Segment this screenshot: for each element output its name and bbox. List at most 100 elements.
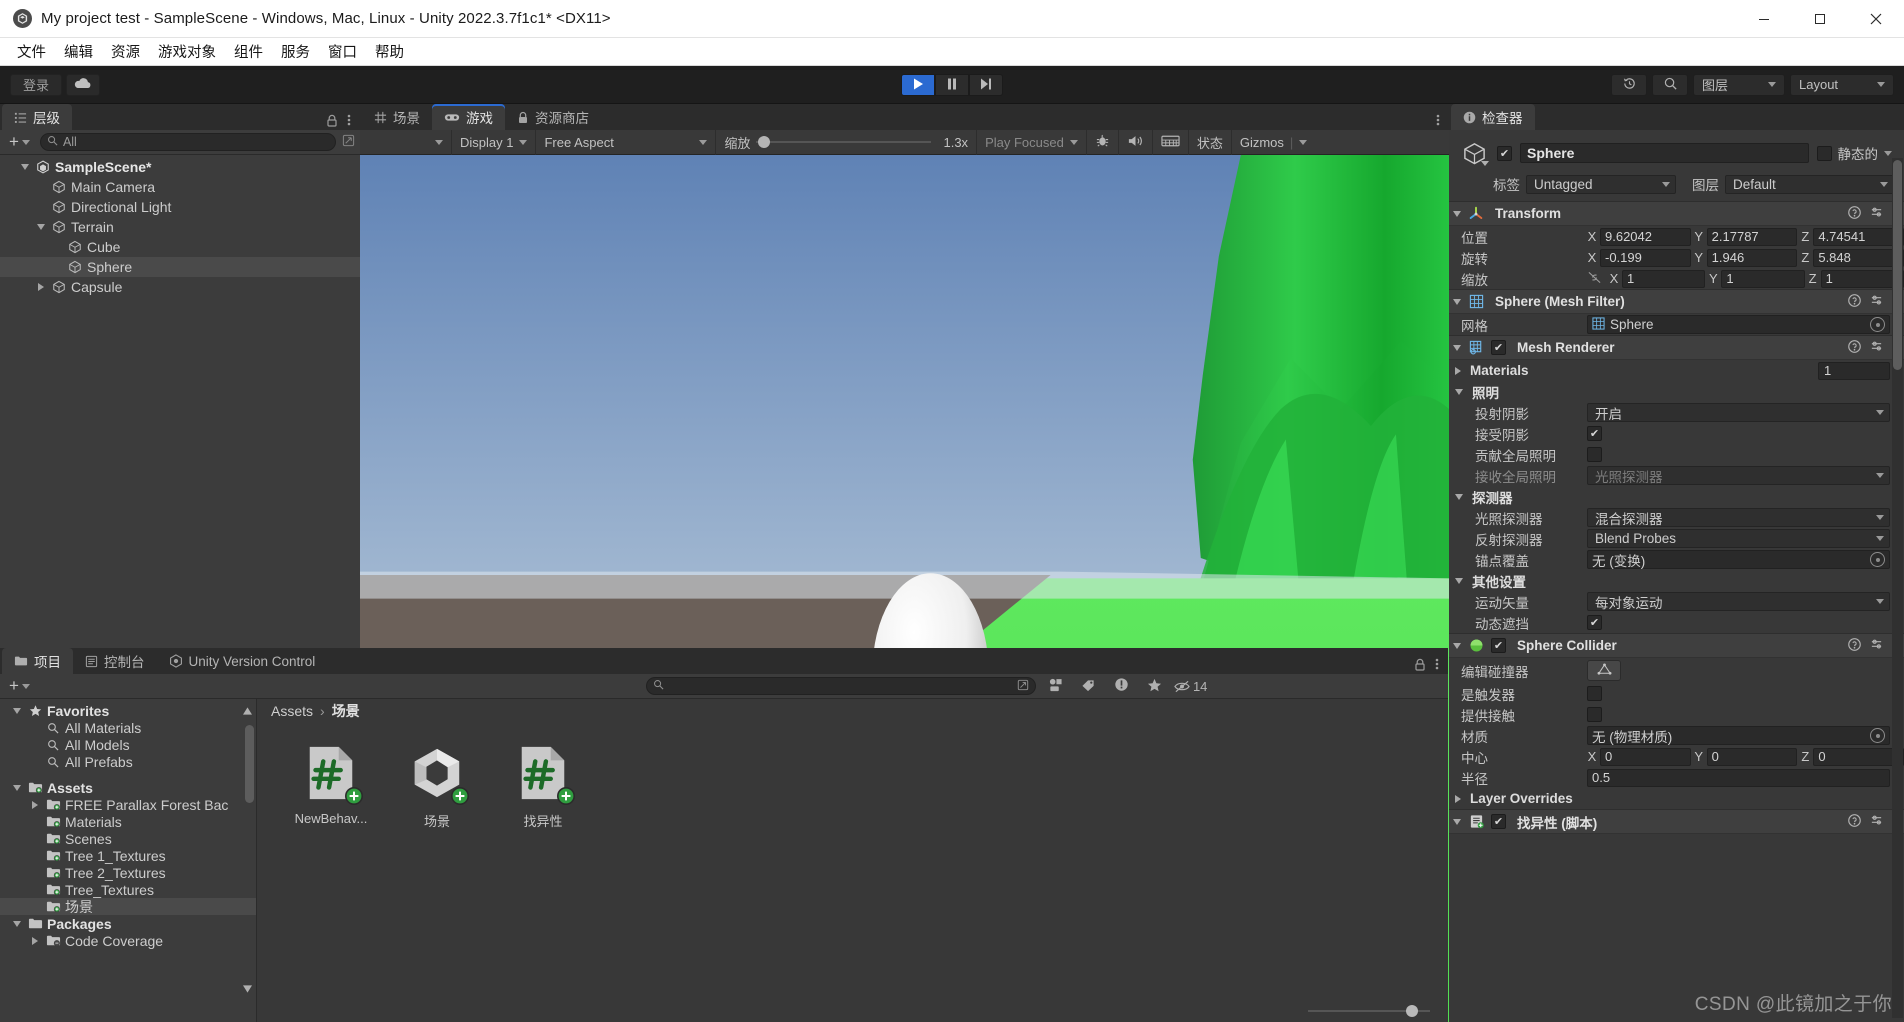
project-tree-item[interactable]: All Materials xyxy=(0,719,256,736)
component-enabled-checkbox[interactable]: ✔ xyxy=(1491,814,1506,829)
menu-assets[interactable]: 资源 xyxy=(102,38,149,65)
help-icon[interactable] xyxy=(1848,637,1861,654)
lock-icon[interactable] xyxy=(326,114,338,130)
property-checkbox[interactable]: ✔ xyxy=(1587,426,1602,441)
chevron-right-icon[interactable] xyxy=(28,800,41,809)
chevron-right-icon[interactable] xyxy=(28,936,41,945)
光照探测器-dropdown[interactable]: 混合探测器 xyxy=(1587,508,1890,527)
asset-item[interactable]: NewBehav... xyxy=(283,741,379,830)
object-picker-icon[interactable] xyxy=(1870,552,1885,567)
project-tree-scrollbar[interactable] xyxy=(245,703,254,1000)
chevron-down-icon[interactable] xyxy=(1455,577,1463,584)
preset-icon[interactable] xyxy=(1870,340,1883,356)
object-field[interactable]: Sphere xyxy=(1587,315,1890,334)
preset-icon[interactable] xyxy=(1870,294,1883,310)
inspector-scrollbar[interactable] xyxy=(1892,158,1903,1018)
component-header-spheremeshfilter[interactable]: Sphere (Mesh Filter) xyxy=(1449,289,1904,314)
component-header-[interactable]: ✔ 找异性 (脚本) xyxy=(1449,809,1904,834)
undo-history-button[interactable] xyxy=(1611,73,1647,96)
project-tree-item[interactable]: Tree_Textures xyxy=(0,881,256,898)
property-checkbox[interactable] xyxy=(1587,707,1602,722)
property-checkbox[interactable] xyxy=(1587,447,1602,462)
playmode-dropdown[interactable]: Play Focused xyxy=(977,129,1087,155)
chevron-down-icon[interactable] xyxy=(18,164,31,170)
help-icon[interactable] xyxy=(1848,205,1861,222)
stats-toggle[interactable]: 状态 xyxy=(1189,129,1232,155)
edit-collider-button[interactable] xyxy=(1587,660,1621,681)
tab-hierarchy[interactable]: 层级 xyxy=(2,104,72,130)
layer-dropdown[interactable]: Default xyxy=(1725,174,1894,194)
hierarchy-item-cube[interactable]: Cube xyxy=(0,237,360,257)
chevron-down-icon[interactable] xyxy=(1455,493,1463,500)
asset-zoom-track[interactable] xyxy=(1308,1005,1430,1017)
menu-gameobject[interactable]: 游戏对象 xyxy=(149,38,225,65)
chevron-right-icon[interactable] xyxy=(1455,794,1461,803)
object-enabled-checkbox[interactable]: ✔ xyxy=(1497,145,1512,161)
component-header-transform[interactable]: Transform xyxy=(1449,201,1904,226)
object-name-input[interactable]: Sphere xyxy=(1520,143,1809,163)
hierarchy-item-maincamera[interactable]: Main Camera xyxy=(0,177,360,197)
project-tree-item[interactable]: All Models xyxy=(0,736,256,753)
asset-zoom-slider[interactable] xyxy=(257,1000,1448,1022)
tab-scene[interactable]: 场景 xyxy=(362,104,432,130)
hierarchy-item-directionallight[interactable]: Directional Light xyxy=(0,197,360,217)
project-tree-item[interactable]: Tree 1_Textures xyxy=(0,847,256,864)
layout-dropdown[interactable]: Layout xyxy=(1790,73,1894,96)
vector3-field[interactable]: X1Y1Z1 xyxy=(1587,269,1904,288)
z-input[interactable]: 0 xyxy=(1813,747,1904,766)
layers-dropdown[interactable]: 图层 xyxy=(1693,73,1785,96)
search-button[interactable] xyxy=(1652,73,1688,96)
link-broken-icon[interactable] xyxy=(1587,271,1602,287)
hierarchy-add-button[interactable]: + xyxy=(5,133,34,150)
property-checkbox[interactable] xyxy=(1587,686,1602,701)
property-checkbox[interactable]: ✔ xyxy=(1587,615,1602,630)
tab-console[interactable]: 控制台 xyxy=(73,648,157,674)
chevron-right-icon[interactable] xyxy=(34,283,47,291)
chevron-down-icon[interactable] xyxy=(1453,298,1461,305)
接收全局照明-dropdown[interactable]: 光照探测器 xyxy=(1587,466,1890,485)
component-header-meshrenderer[interactable]: ✔ Mesh Renderer xyxy=(1449,335,1904,360)
hierarchy-search-save-icon[interactable] xyxy=(342,134,355,150)
z-input[interactable]: 5.848 xyxy=(1813,248,1904,267)
gameview-extra-dropdown[interactable] xyxy=(360,129,452,155)
menu-file[interactable]: 文件 xyxy=(8,38,55,65)
scale-slider-group[interactable]: 缩放 1.3x xyxy=(716,129,978,155)
chevron-down-icon[interactable] xyxy=(1453,344,1461,351)
preset-icon[interactable] xyxy=(1870,206,1883,222)
component-enabled-checkbox[interactable]: ✔ xyxy=(1491,340,1506,355)
preset-icon[interactable] xyxy=(1870,638,1883,654)
pause-button[interactable] xyxy=(935,73,969,96)
materials-size-input[interactable]: 1 xyxy=(1818,361,1890,380)
hidden-assets-badge[interactable]: 14 xyxy=(1174,679,1215,694)
hierarchy-menu-icon[interactable] xyxy=(347,113,351,130)
menu-component[interactable]: 组件 xyxy=(225,38,272,65)
chevron-down-icon[interactable] xyxy=(1453,818,1461,825)
project-tree-item[interactable]: 场景 xyxy=(0,898,256,915)
chevron-down-icon[interactable] xyxy=(10,920,23,927)
gizmos-dropdown[interactable]: Gizmos | xyxy=(1232,130,1315,155)
debug-toggle[interactable] xyxy=(1087,129,1119,155)
y-input[interactable]: 1 xyxy=(1721,269,1805,288)
menu-help[interactable]: 帮助 xyxy=(366,38,413,65)
breadcrumb-assets[interactable]: Assets xyxy=(271,703,313,719)
tab-inspector[interactable]: 检查器 xyxy=(1451,104,1535,130)
tag-dropdown[interactable]: Untagged xyxy=(1526,174,1676,194)
project-tree-item[interactable]: Assets xyxy=(0,779,256,796)
help-icon[interactable] xyxy=(1848,293,1861,310)
hierarchy-item-capsule[interactable]: Capsule xyxy=(0,277,360,297)
project-tree-item[interactable]: Tree 2_Textures xyxy=(0,864,256,881)
y-input[interactable]: 0 xyxy=(1706,747,1798,766)
preset-icon[interactable] xyxy=(1870,814,1883,830)
asset-item[interactable]: 找异性 xyxy=(495,741,591,830)
display-dropdown[interactable]: Display 1 xyxy=(452,129,537,155)
inspector-scrollbar-thumb[interactable] xyxy=(1893,160,1902,370)
maximize-button[interactable] xyxy=(1792,0,1848,38)
project-lock-icon[interactable] xyxy=(1414,658,1426,674)
chevron-down-icon[interactable] xyxy=(1455,388,1463,395)
object-picker-icon[interactable] xyxy=(1870,317,1885,332)
hierarchy-search-input[interactable]: All xyxy=(39,133,336,151)
project-tree-scrollbar-thumb[interactable] xyxy=(245,725,254,803)
project-search-input[interactable] xyxy=(645,677,1036,695)
project-add-button[interactable]: + xyxy=(5,677,34,694)
project-tree-item[interactable]: Materials xyxy=(0,813,256,830)
